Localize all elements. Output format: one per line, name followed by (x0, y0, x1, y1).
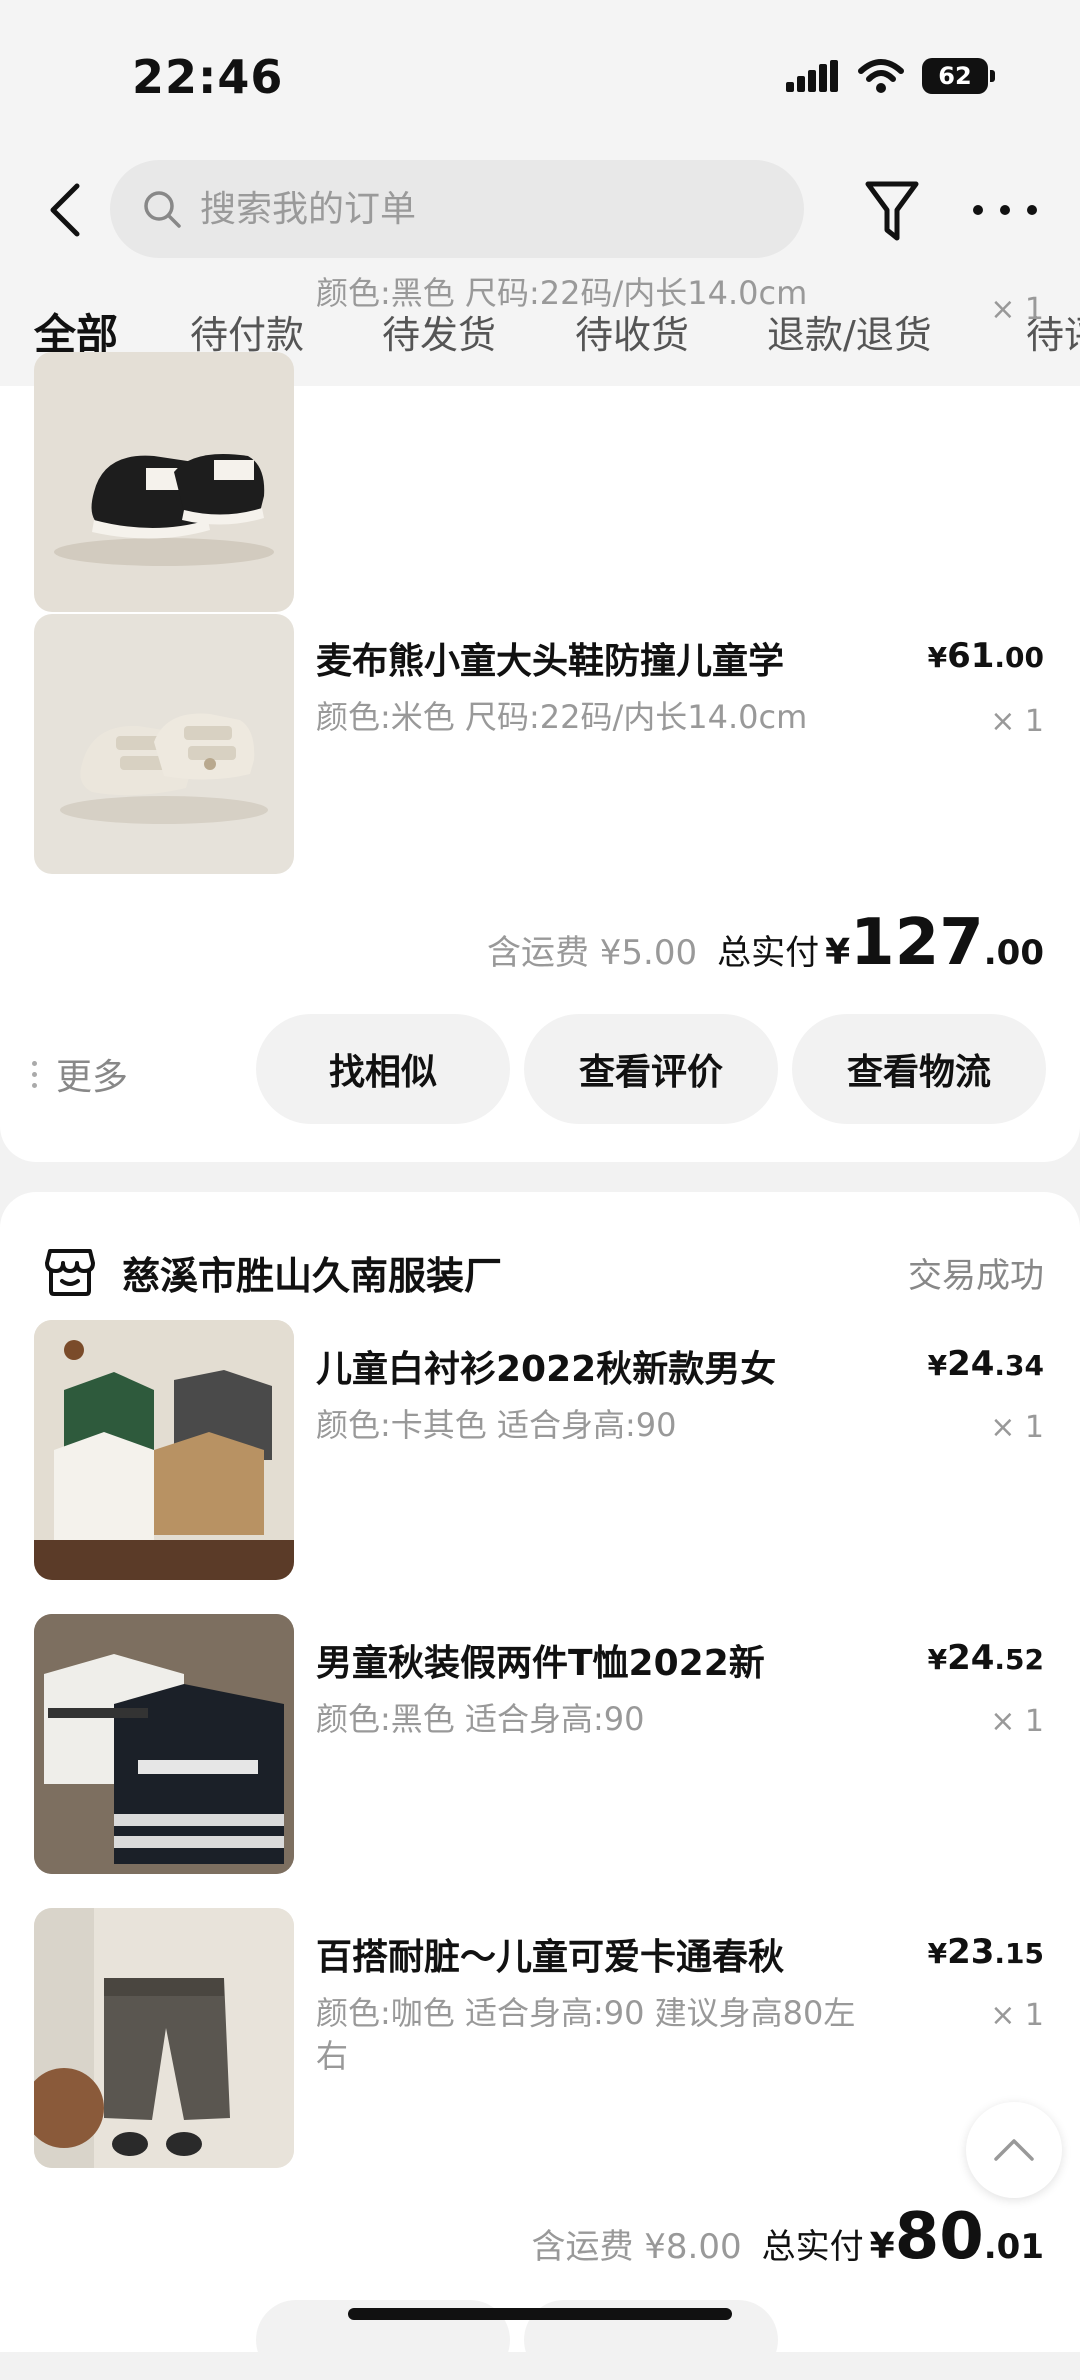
view-review-button[interactable]: 查看评价 (524, 1014, 778, 1124)
currency-symbol: ¥ (927, 1349, 948, 1382)
product-spec: 颜色:黑色 尺码:22码/内长14.0cm (316, 274, 808, 312)
product-spec: 颜色:咖色 适合身高:90 建议身高80左右 (316, 1994, 856, 2075)
shirts-image (34, 1320, 294, 1580)
shipping-fee: 含运费 ¥8.00 (531, 2227, 742, 2267)
home-indicator (348, 2308, 732, 2320)
store-icon (45, 1249, 95, 1296)
status-time: 22:46 (132, 50, 284, 104)
product-title[interactable]: 男童秋装假两件T恤2022新 (316, 1634, 856, 1686)
price-integer: 24 (947, 1344, 995, 1384)
more-dots-icon (32, 1060, 38, 1088)
shoe-black-image (54, 454, 274, 566)
signal-icon (786, 60, 838, 92)
more-label: 更多 (56, 1057, 129, 1098)
currency-symbol: ¥ (927, 641, 948, 674)
currency-symbol: ¥ (825, 932, 851, 973)
product-title[interactable]: 儿童白衬衫2022秋新款男女 (316, 1340, 856, 1392)
product-image[interactable] (34, 614, 294, 874)
product-spec: 颜色:米色 尺码:22码/内长14.0cm (316, 698, 808, 736)
order-card: 慈溪市胜山久南服装厂 交易成功 儿童白衬衫2022秋新款男女 颜色:卡其色 适合… (0, 1192, 1080, 2352)
price-decimal: .34 (994, 1349, 1044, 1382)
product-qty: × 1 (990, 1998, 1044, 2033)
tshirt-image (34, 1614, 294, 1874)
filter-button[interactable] (862, 176, 922, 246)
order-card: 颜色:黑色 尺码:22码/内长14.0cm × 1 麦布熊小童大头鞋防撞儿童学 … (0, 274, 1080, 1162)
shipping-fee: 含运费 ¥5.00 (486, 933, 698, 973)
more-actions-link[interactable]: 更多 (32, 1048, 128, 1100)
total-decimal: .00 (983, 933, 1044, 973)
more-options-button[interactable] (970, 198, 1040, 222)
product-title[interactable]: 麦布熊小童大头鞋防撞儿童学 (316, 632, 856, 684)
tab-pending-payment[interactable]: 待付款 (190, 304, 304, 359)
product-image[interactable] (34, 1320, 294, 1580)
scroll-to-top-button[interactable] (966, 2102, 1062, 2198)
total-label: 总实付 (761, 2227, 864, 2267)
total-integer: 80 (894, 2200, 984, 2274)
search-icon (144, 191, 181, 228)
pants-image (34, 1908, 294, 2168)
currency-symbol: ¥ (927, 1937, 948, 1970)
price-integer: 23 (947, 1932, 995, 1972)
product-title[interactable]: 百搭耐脏～儿童可爱卡通春秋 (316, 1928, 856, 1980)
product-qty: × 1 (990, 704, 1044, 739)
product-spec: 颜色:卡其色 适合身高:90 (316, 1406, 677, 1444)
status-bar: 22:46 62 (0, 0, 1080, 150)
order-total: 含运费 ¥5.00 总实付 ¥127.00 (487, 906, 1044, 980)
product-qty: × 1 (990, 1704, 1044, 1739)
back-button[interactable] (38, 180, 90, 240)
product-price: ¥23.15 (928, 1932, 1044, 1972)
order-total: 含运费 ¥8.00 总实付 ¥80.01 (531, 2200, 1044, 2274)
currency-symbol: ¥ (927, 1643, 948, 1676)
search-input[interactable] (198, 187, 762, 231)
back-arrow-icon (50, 183, 80, 237)
shop-name: 慈溪市胜山久南服装厂 (122, 1253, 503, 1298)
product-spec: 颜色:黑色 适合身高:90 (316, 1700, 645, 1738)
total-label: 总实付 (717, 933, 820, 973)
price-decimal: .15 (994, 1937, 1044, 1970)
price-integer: 24 (947, 1638, 995, 1678)
price-decimal: .52 (994, 1643, 1044, 1676)
view-logistics-button[interactable]: 查看物流 (792, 1014, 1046, 1124)
battery-indicator: 62 (922, 58, 995, 94)
product-image[interactable] (34, 1908, 294, 2168)
product-price: ¥61.00 (928, 636, 1044, 676)
filter-icon (865, 181, 919, 241)
price-integer: 61 (947, 636, 995, 676)
find-similar-button[interactable]: 找相似 (256, 1014, 510, 1124)
product-price: ¥24.52 (928, 1638, 1044, 1678)
top-bar (0, 150, 1080, 270)
more-dots-icon (973, 205, 1037, 215)
chevron-up-icon (994, 2139, 1034, 2161)
shoe-beige-image (60, 713, 268, 824)
currency-symbol: ¥ (869, 2226, 895, 2267)
product-image[interactable] (34, 1614, 294, 1874)
price-decimal: .00 (994, 641, 1044, 674)
product-price: ¥24.34 (928, 1344, 1044, 1384)
status-icons: 62 (786, 58, 995, 94)
shop-header[interactable]: 慈溪市胜山久南服装厂 交易成功 (44, 1242, 1044, 1302)
total-integer: 127 (850, 906, 984, 980)
wifi-icon (858, 59, 904, 93)
product-qty: × 1 (990, 292, 1044, 327)
product-qty: × 1 (990, 1410, 1044, 1445)
order-status: 交易成功 (908, 1255, 1044, 1296)
product-image[interactable] (34, 352, 294, 612)
total-decimal: .01 (983, 2227, 1044, 2267)
search-bar[interactable] (110, 160, 804, 258)
